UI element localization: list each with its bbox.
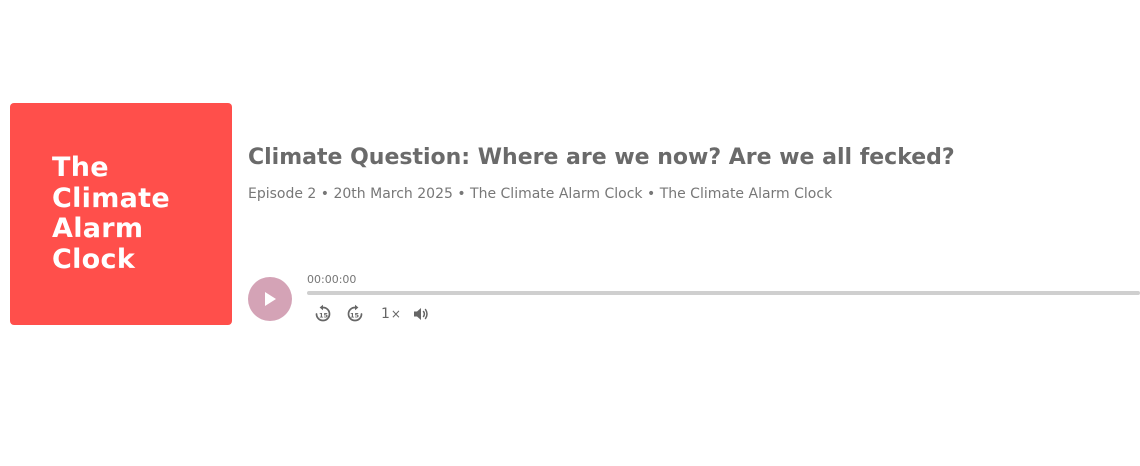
episode-info: Climate Question: Where are we now? Are … [248, 103, 1140, 325]
speed-button[interactable]: 1 × [378, 303, 404, 325]
volume-icon [414, 308, 428, 320]
speed-symbol: × [390, 307, 401, 321]
cover-title-line: Alarm [52, 213, 144, 244]
podcast-player: The Climate Alarm Clock Climate Question… [10, 103, 1140, 325]
forward-button[interactable]: 15 [344, 303, 366, 325]
progress-bar[interactable] [307, 291, 1140, 295]
cover-title-line: Climate [52, 182, 170, 214]
rewind-seconds: 15 [319, 312, 329, 320]
play-button[interactable] [248, 277, 292, 321]
episode-meta: Episode 2 • 20th March 2025 • The Climat… [248, 186, 833, 202]
rewind-button[interactable]: 15 [312, 303, 334, 325]
play-icon [265, 292, 276, 306]
speed-value: 1 [381, 306, 390, 322]
forward-seconds: 15 [350, 312, 360, 320]
cover-title-line: The [52, 152, 109, 183]
cover-art: The Climate Alarm Clock [10, 103, 232, 325]
forward-15-icon: 15 [347, 304, 363, 322]
cover-title-line: Clock [52, 243, 136, 275]
rewind-15-icon: 15 [315, 304, 331, 322]
episode-title: Climate Question: Where are we now? Are … [248, 145, 955, 170]
volume-button[interactable] [410, 303, 432, 325]
current-time: 00:00:00 [307, 273, 357, 286]
